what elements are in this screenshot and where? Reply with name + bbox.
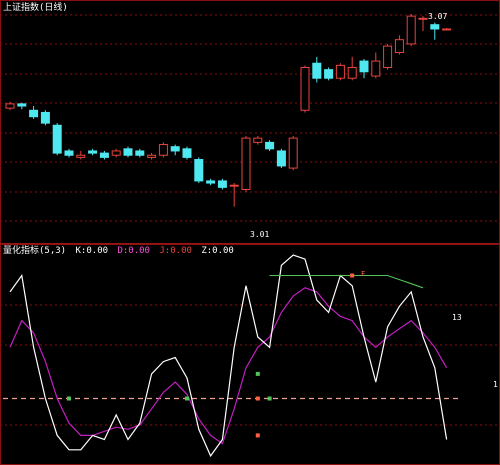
candle-body xyxy=(406,15,416,45)
indicator-title: 量化指标(5,3) xyxy=(3,246,67,256)
signal-marker xyxy=(67,396,71,401)
candle-body xyxy=(99,152,109,158)
candle-body xyxy=(147,154,157,158)
candle-body xyxy=(394,39,404,54)
candle-body xyxy=(158,144,168,156)
signal-marker xyxy=(185,396,189,401)
low-price-label: 3.01 xyxy=(250,230,269,239)
candle-body xyxy=(300,67,310,111)
indicator-series xyxy=(3,254,460,458)
indicator-j: J:0.00 xyxy=(159,246,192,256)
candle-body xyxy=(347,67,357,79)
candle-body xyxy=(442,28,452,31)
candle-body xyxy=(265,141,275,150)
candle-body xyxy=(111,150,121,156)
candle-body xyxy=(430,24,440,30)
candle-body xyxy=(5,103,15,109)
bottom-panel-frame xyxy=(0,244,500,465)
high-price-label: 3.07 xyxy=(428,12,447,21)
signal-marker xyxy=(255,396,260,401)
signal-marker xyxy=(255,371,260,376)
signal-line xyxy=(269,274,424,289)
candle-body xyxy=(135,150,145,156)
candle-body xyxy=(170,146,180,152)
candlestick-series xyxy=(5,14,452,207)
candle-body xyxy=(88,150,98,154)
candle-body xyxy=(123,148,133,156)
d-line xyxy=(9,287,448,445)
candle-body xyxy=(182,148,192,158)
axis-right-label: 1 xyxy=(493,380,498,389)
top-panel-grid xyxy=(0,14,500,222)
candle-body xyxy=(276,150,286,167)
candle-body xyxy=(312,62,322,79)
indicator-header: 量化指标(5,3) K:0.00 D:0.00 J:0.00 Z:0.00 xyxy=(3,246,238,256)
candle-body xyxy=(229,184,239,187)
k-value-label: 13 xyxy=(452,313,462,322)
signal-marker xyxy=(267,396,272,401)
bottom-panel-grid xyxy=(0,304,500,426)
candle-body xyxy=(40,111,50,124)
candle-body xyxy=(64,150,74,156)
candle-body xyxy=(52,124,62,154)
indicator-z: Z:0.00 xyxy=(201,246,234,256)
candle-body xyxy=(371,60,381,77)
indicator-k: K:0.00 xyxy=(75,246,109,256)
candle-body xyxy=(194,159,204,182)
signal-marker xyxy=(350,273,355,278)
candle-body xyxy=(418,17,428,20)
candle-body xyxy=(76,154,86,158)
signal-marker-label: F xyxy=(361,270,365,278)
candle-body xyxy=(359,60,369,73)
candle-body xyxy=(335,64,345,79)
candle-body xyxy=(217,180,227,188)
candle-body xyxy=(29,109,39,118)
candle-body xyxy=(253,137,263,143)
indicator-d: D:0.00 xyxy=(117,246,150,256)
candle-body xyxy=(288,137,298,169)
top-panel-frame xyxy=(0,0,500,244)
signal-marker xyxy=(255,433,260,438)
stock-chart: 3.07 3.01 F 13 1 xyxy=(0,0,500,465)
candle-body xyxy=(241,137,251,190)
candle-body xyxy=(383,45,393,68)
top-title-text: 上证指数(日线) xyxy=(3,3,68,13)
top-panel-title: 上证指数(日线) xyxy=(3,3,72,13)
candle-body xyxy=(17,103,27,107)
candle-body xyxy=(324,69,334,79)
candle-body xyxy=(206,180,216,184)
